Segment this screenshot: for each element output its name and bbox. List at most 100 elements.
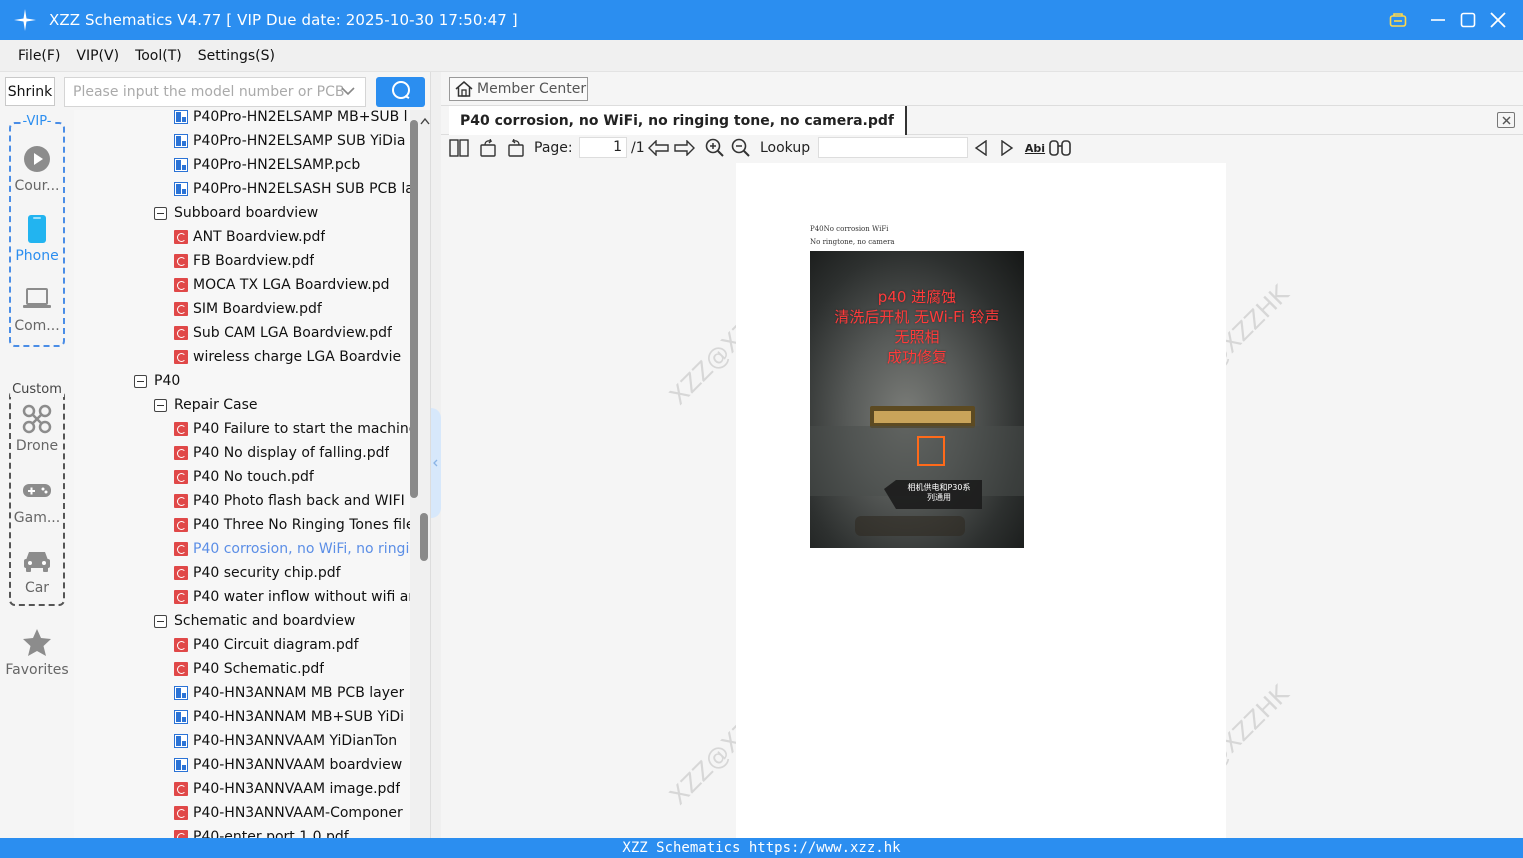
document-viewer[interactable]: XZZ@XZZHK XZZ@XZZHK XZZ@XZZHK XZZ@XZZHK … xyxy=(441,161,1523,838)
tree-item-label: P40-HN3ANNVAAM image.pdf xyxy=(193,781,401,797)
pcb-file-icon xyxy=(174,110,188,124)
repair-photo: p40 进腐蚀 清洗后开机 无Wi-Fi 铃声 无照相 成功修复 相机供电和P3… xyxy=(810,251,1024,548)
nav-computer[interactable]: Com... xyxy=(11,284,63,334)
search-input[interactable]: Please input the model number or PCB xyxy=(64,77,366,107)
close-tab-icon[interactable] xyxy=(1497,112,1515,128)
lookup-input[interactable] xyxy=(818,137,968,158)
pdf-file-icon xyxy=(174,806,188,820)
shrink-button[interactable]: Shrink xyxy=(5,77,55,106)
scroll-up-icon[interactable] xyxy=(420,113,430,129)
tree-item-label: wireless charge LGA Boardvie xyxy=(193,349,402,365)
member-center-button[interactable]: Member Center xyxy=(449,77,588,101)
pcb-file-icon xyxy=(174,734,188,748)
tree-file-pcb[interactable]: P40-HN3ANNVAAM boardview xyxy=(174,753,402,777)
two-page-icon[interactable] xyxy=(449,138,469,158)
tree-file-pdf[interactable]: P40 No display of falling.pdf xyxy=(174,441,389,465)
tree-file-pdf[interactable]: FB Boardview.pdf xyxy=(174,249,314,273)
tree-folder[interactable]: Schematic and boardview xyxy=(154,609,355,633)
vip-group-title: -VIP- xyxy=(20,114,54,129)
pdf-file-icon xyxy=(174,566,188,580)
pdf-file-icon xyxy=(174,422,188,436)
search-placeholder: Please input the model number or PCB xyxy=(73,84,345,100)
tree-file-pdf[interactable]: P40 water inflow without wifi ar xyxy=(174,585,410,609)
prev-page-icon[interactable] xyxy=(648,138,670,158)
zoom-out-icon[interactable] xyxy=(731,138,751,158)
tree-file-pdf[interactable]: P40 Three No Ringing Tones file xyxy=(174,513,410,537)
tree-file-pdf[interactable]: ANT Boardview.pdf xyxy=(174,225,325,249)
tree-file-pcb[interactable]: P40Pro-HN2ELSASH SUB PCB la xyxy=(174,177,410,201)
collapse-icon[interactable] xyxy=(154,206,167,220)
next-page-icon[interactable] xyxy=(673,138,695,158)
drone-icon xyxy=(22,404,52,434)
find-prev-icon[interactable] xyxy=(973,138,989,158)
tree-file-pdf[interactable]: P40 No touch.pdf xyxy=(174,465,314,489)
maximize-button[interactable] xyxy=(1453,5,1483,35)
find-all-icon[interactable] xyxy=(1049,138,1071,158)
tree-scrollbar[interactable] xyxy=(410,110,430,838)
tree-file-pdf[interactable]: P40 Failure to start the machine xyxy=(174,417,410,441)
collapse-icon[interactable] xyxy=(134,374,147,388)
rotate-left-icon[interactable] xyxy=(479,138,499,158)
rotate-right-icon[interactable] xyxy=(505,138,525,158)
tree-file-pdf[interactable]: P40 Schematic.pdf xyxy=(174,657,324,681)
chevron-down-icon[interactable] xyxy=(341,84,355,102)
tree-file-pcb[interactable]: P40-HN3ANNVAAM YiDianTon xyxy=(174,729,397,753)
tree-file-pdf[interactable]: P40-HN3ANNVAAM image.pdf xyxy=(174,777,400,801)
tree-file-pdf[interactable]: wireless charge LGA Boardvie xyxy=(174,345,401,369)
tree-folder[interactable]: P40 xyxy=(134,369,180,393)
menu-settings[interactable]: Settings(S) xyxy=(198,48,275,64)
tree-scroll-thumb-secondary[interactable] xyxy=(420,513,428,561)
tree-item-label: Subboard boardview xyxy=(174,205,319,221)
tree-file-pcb[interactable]: P40-HN3ANNAM MB+SUB YiDi xyxy=(174,705,404,729)
tree-file-pdf[interactable]: P40 security chip.pdf xyxy=(174,561,341,585)
pdf-file-icon xyxy=(174,518,188,532)
tree-file-pcb[interactable]: P40Pro-HN2ELSAMP SUB YiDia xyxy=(174,129,405,153)
tree-folder[interactable]: Subboard boardview xyxy=(154,201,318,225)
play-circle-icon xyxy=(22,144,52,174)
tree-item-label: P40 Failure to start the machine xyxy=(193,421,410,437)
tree-scroll-thumb[interactable] xyxy=(410,120,418,498)
pdf-file-icon xyxy=(174,494,188,508)
zoom-in-icon[interactable] xyxy=(705,138,725,158)
nav-phone[interactable]: Phone xyxy=(11,214,63,264)
nav-game[interactable]: Gam... xyxy=(11,476,63,526)
tree-folder[interactable]: Repair Case xyxy=(154,393,258,417)
nav-favorites[interactable]: Favorites xyxy=(0,628,74,678)
menu-vip[interactable]: VIP(V) xyxy=(76,48,119,64)
minimize-button[interactable] xyxy=(1423,5,1453,35)
pane-splitter[interactable] xyxy=(430,72,441,838)
vip-badge-icon[interactable] xyxy=(1383,5,1413,35)
nav-car[interactable]: Car xyxy=(11,546,63,596)
tab-document[interactable]: P40 corrosion, no WiFi, no ringing tone,… xyxy=(449,106,907,135)
tree-file-pdf[interactable]: P40-HN3ANNVAAM-Componer xyxy=(174,801,403,825)
tree-file-pdf[interactable]: Sub CAM LGA Boardview.pdf xyxy=(174,321,392,345)
tree-item-label: Sub CAM LGA Boardview.pdf xyxy=(193,325,392,341)
tree-file-pdf[interactable]: MOCA TX LGA Boardview.pd xyxy=(174,273,390,297)
tree-item-label: P40 security chip.pdf xyxy=(193,565,341,581)
menu-file[interactable]: File(F) xyxy=(18,48,60,64)
collapse-icon[interactable] xyxy=(154,398,167,412)
tree-file-pcb[interactable]: P40-HN3ANNAM MB PCB layer xyxy=(174,681,404,705)
tree-item-label: P40 xyxy=(154,373,181,389)
tree-file-pcb[interactable]: P40Pro-HN2ELSAMP MB+SUB l xyxy=(174,110,408,129)
splitter-grip[interactable] xyxy=(431,408,441,518)
file-tree: P40Pro-HN2ELSAMP MB+SUB l P40Pro-HN2ELSAM… xyxy=(74,110,410,838)
tree-item-label: P40Pro-HN2ELSAMP.pcb xyxy=(193,157,361,173)
tree-file-pdf[interactable]: P40-enter port 1.0.pdf xyxy=(174,825,349,838)
find-next-icon[interactable] xyxy=(999,138,1015,158)
tree-file-pdf[interactable]: P40 corrosion, no WiFi, no ringi xyxy=(174,537,409,561)
nav-drone[interactable]: Drone xyxy=(11,404,63,454)
tree-file-pdf[interactable]: P40 Circuit diagram.pdf xyxy=(174,633,359,657)
nav-course[interactable]: Cour... xyxy=(11,144,63,194)
tree-file-pdf[interactable]: P40 Photo flash back and WIFI c xyxy=(174,489,410,513)
match-case-icon[interactable]: Abi xyxy=(1024,138,1046,158)
page-number-input[interactable]: 1 xyxy=(579,137,627,158)
search-button[interactable] xyxy=(376,77,425,107)
nav-phone-label: Phone xyxy=(15,248,59,264)
tree-file-pcb[interactable]: P40Pro-HN2ELSAMP.pcb xyxy=(174,153,360,177)
menu-tool[interactable]: Tool(T) xyxy=(135,48,182,64)
tree-item-label: P40 corrosion, no WiFi, no ringi xyxy=(193,541,410,557)
close-button[interactable] xyxy=(1483,5,1513,35)
collapse-icon[interactable] xyxy=(154,614,167,628)
tree-file-pdf[interactable]: SIM Boardview.pdf xyxy=(174,297,322,321)
